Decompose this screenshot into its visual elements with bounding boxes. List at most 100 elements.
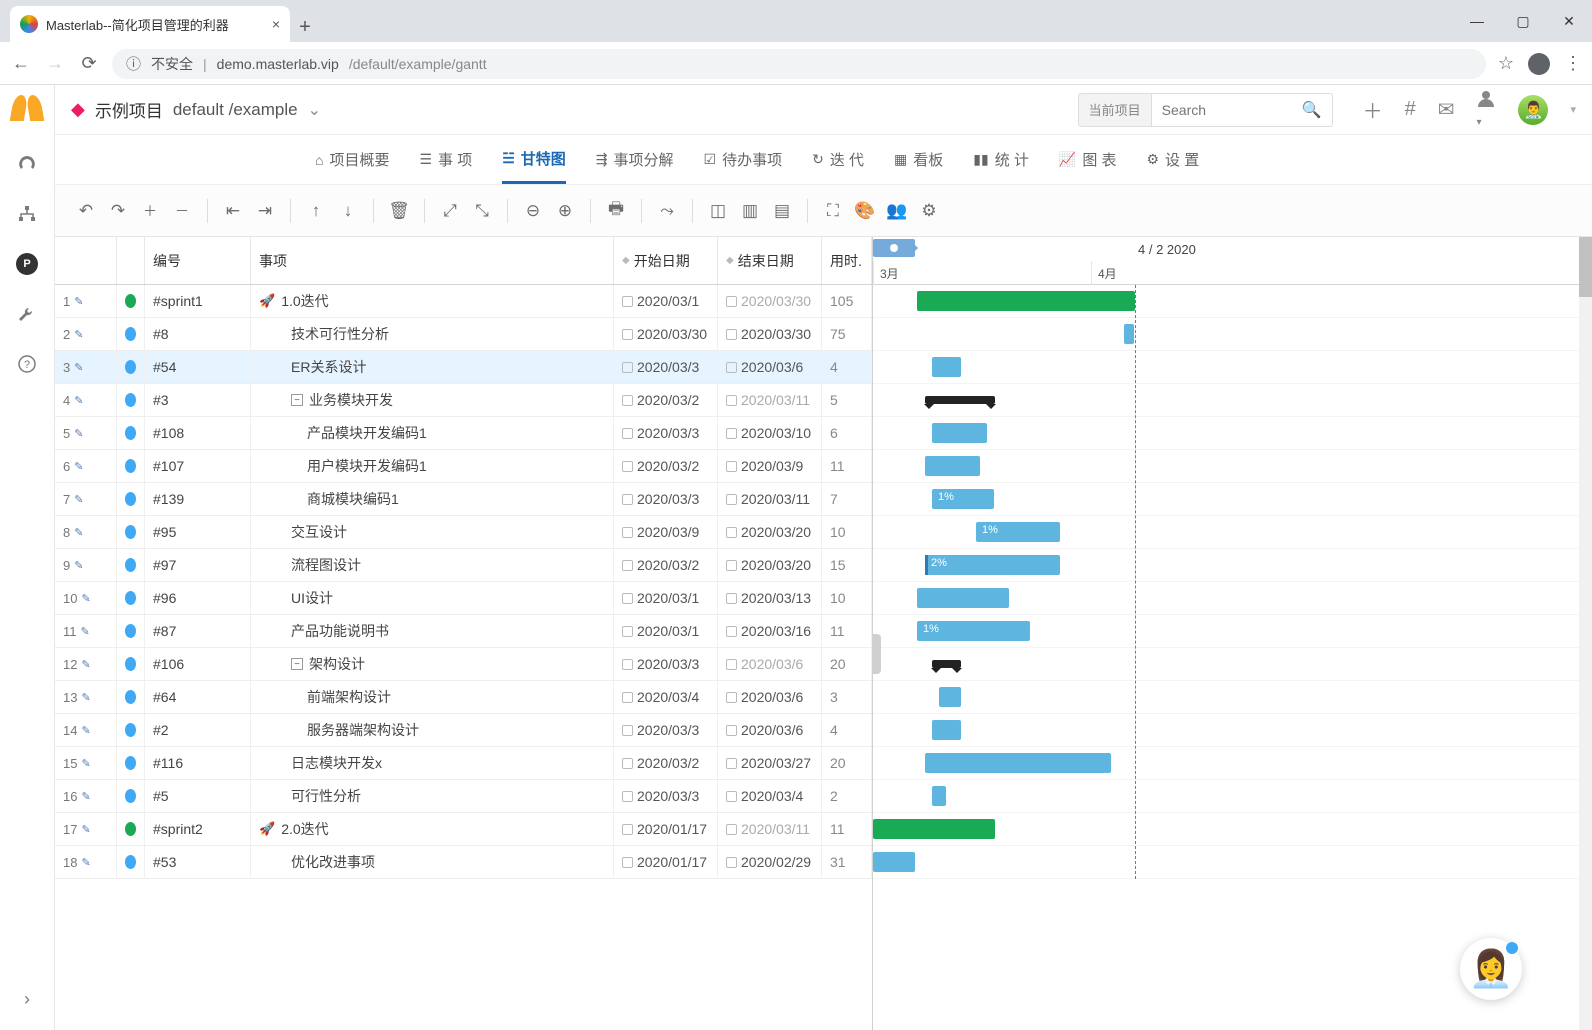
row-end-date[interactable]: 2020/03/16 [718,615,822,647]
header-duration[interactable]: 用时. [822,237,872,284]
edit-icon[interactable]: ✎ [81,757,90,770]
row-start-date[interactable]: 2020/03/3 [614,648,718,680]
table-row[interactable]: 5 ✎#108产品模块开发编码12020/03/32020/03/106 [55,417,872,450]
checkbox-icon[interactable] [726,692,737,703]
row-end-date[interactable]: 2020/03/20 [718,549,822,581]
edit-icon[interactable]: ✎ [81,790,90,803]
table-row[interactable]: 9 ✎#97流程图设计2020/03/22020/03/2015 [55,549,872,582]
project-badge-icon[interactable]: P [16,253,38,275]
layout-3-button[interactable]: ▤ [769,198,795,224]
checkbox-icon[interactable] [622,329,633,340]
edit-icon[interactable]: ✎ [74,526,83,539]
splitter-handle[interactable] [873,634,881,674]
gantt-bar[interactable] [932,720,961,740]
checkbox-icon[interactable] [622,560,633,571]
gantt-bar[interactable]: 1% [932,489,994,509]
table-row[interactable]: 15 ✎#116日志模块开发x2020/03/22020/03/2720 [55,747,872,780]
layout-1-button[interactable]: ◫ [705,198,731,224]
gantt-bar[interactable] [939,687,961,707]
checkbox-icon[interactable] [726,527,737,538]
checkbox-icon[interactable] [622,428,633,439]
edit-icon[interactable]: ✎ [74,460,83,473]
row-start-date[interactable]: 2020/03/9 [614,516,718,548]
checkbox-icon[interactable] [622,395,633,406]
edit-icon[interactable]: ✎ [74,394,83,407]
tab-gantt[interactable]: ☱甘特图 [502,135,566,184]
hash-icon[interactable]: # [1405,98,1416,121]
header-start[interactable]: ◆开始日期 [614,237,718,284]
table-row[interactable]: 10 ✎#96UI设计2020/03/12020/03/1310 [55,582,872,615]
checkbox-icon[interactable] [726,560,737,571]
outdent-button[interactable]: ⇤ [220,198,246,224]
checkbox-icon[interactable] [622,659,633,670]
close-window-button[interactable]: ✕ [1546,0,1592,42]
checkbox-icon[interactable] [726,626,737,637]
checkbox-icon[interactable] [622,593,633,604]
checkbox-icon[interactable] [622,494,633,505]
table-row[interactable]: 7 ✎#139商城模块编码12020/03/32020/03/117 [55,483,872,516]
back-button[interactable]: ← [10,53,32,75]
edit-icon[interactable]: ✎ [81,658,90,671]
gantt-bar[interactable] [925,396,995,404]
maximize-button[interactable]: ▢ [1500,0,1546,42]
row-end-date[interactable]: 2020/03/30 [718,318,822,350]
row-end-date[interactable]: 2020/03/13 [718,582,822,614]
gantt-bar[interactable] [873,819,995,839]
checkbox-icon[interactable] [726,494,737,505]
row-end-date[interactable]: 2020/03/27 [718,747,822,779]
table-row[interactable]: 18 ✎#53优化改进事项2020/01/172020/02/2931 [55,846,872,879]
search-scope-tag[interactable]: 当前项目 [1079,94,1152,126]
edit-icon[interactable]: ✎ [74,427,83,440]
checkbox-icon[interactable] [726,659,737,670]
table-row[interactable]: 11 ✎#87产品功能说明书2020/03/12020/03/1611 [55,615,872,648]
row-end-date[interactable]: 2020/03/4 [718,780,822,812]
edit-icon[interactable]: ✎ [74,295,83,308]
row-start-date[interactable]: 2020/03/4 [614,681,718,713]
checkbox-icon[interactable] [622,296,633,307]
checkbox-icon[interactable] [726,329,737,340]
gantt-bar[interactable]: 1% [917,621,1030,641]
delete-button[interactable]: 🗑 [386,198,412,224]
gantt-bar[interactable] [932,423,987,443]
url-field[interactable]: ⓘ 不安全 | demo.masterlab.vip/default/examp… [112,49,1486,79]
checkbox-icon[interactable] [726,362,737,373]
search-box[interactable]: 当前项目 🔍 [1078,93,1333,127]
checkbox-icon[interactable] [622,725,633,736]
edit-icon[interactable]: ✎ [74,361,83,374]
table-row[interactable]: 2 ✎#8技术可行性分析2020/03/302020/03/3075 [55,318,872,351]
row-start-date[interactable]: 2020/03/1 [614,582,718,614]
row-end-date[interactable]: 2020/03/6 [718,648,822,680]
table-row[interactable]: 8 ✎#95交互设计2020/03/92020/03/2010 [55,516,872,549]
redo-button[interactable]: ↷ [105,198,131,224]
row-end-date[interactable]: 2020/03/30 [718,285,822,317]
checkbox-icon[interactable] [726,593,737,604]
checkbox-icon[interactable] [726,857,737,868]
expand-all-button[interactable]: ⤢ [437,198,463,224]
header-id[interactable]: 编号 [145,237,251,284]
users-icon[interactable]: 👥 [884,198,910,224]
mail-icon[interactable]: ✉ [1438,97,1455,122]
gantt-bar[interactable] [932,357,961,377]
search-input[interactable] [1152,94,1292,126]
checkbox-icon[interactable] [622,824,633,835]
zoom-in-button[interactable]: ⊕ [552,198,578,224]
gantt-bar[interactable]: 1% [976,522,1060,542]
move-down-button[interactable]: ↓ [335,198,361,224]
tab-kanban[interactable]: ▦看板 [894,135,943,184]
row-end-date[interactable]: 2020/03/11 [718,384,822,416]
indent-button[interactable]: ⇥ [252,198,278,224]
tab-settings[interactable]: ⚙设 置 [1146,135,1199,184]
user-menu-icon[interactable]: ▾ [1476,88,1496,131]
edit-icon[interactable]: ✎ [81,592,90,605]
checkbox-icon[interactable] [622,692,633,703]
edit-icon[interactable]: ✎ [81,856,90,869]
table-row[interactable]: 17 ✎#sprint2🚀2.0迭代2020/01/172020/03/1111 [55,813,872,846]
forward-button[interactable]: → [44,53,66,75]
gantt-bar[interactable] [925,456,980,476]
insert-below-button[interactable]: － [169,198,195,224]
row-start-date[interactable]: 2020/01/17 [614,813,718,845]
checkbox-icon[interactable] [622,626,633,637]
print-button[interactable]: 🖶 [603,198,629,224]
header-end[interactable]: ◆结束日期 [718,237,822,284]
chat-widget[interactable]: 👩‍💼 [1460,938,1522,1000]
